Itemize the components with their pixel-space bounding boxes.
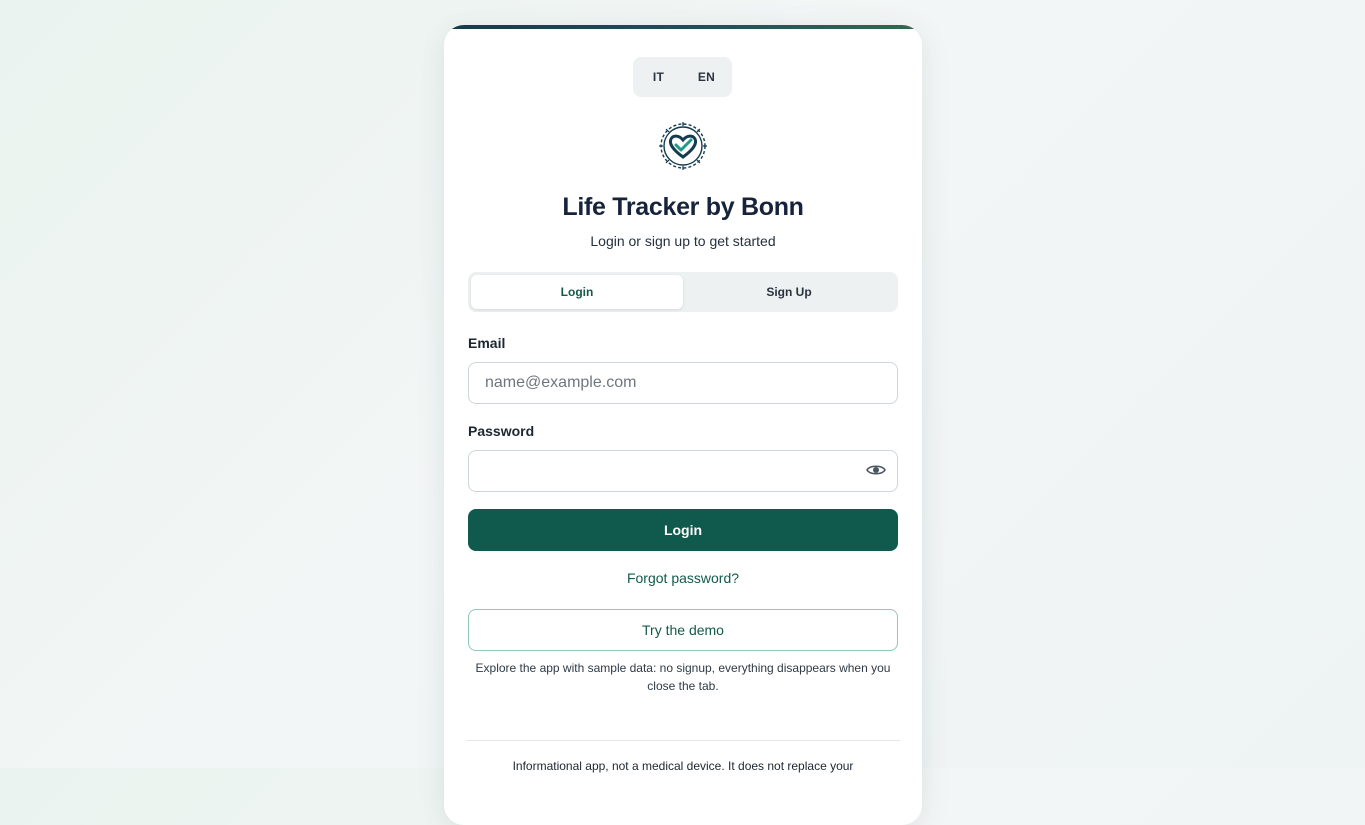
card-accent-bar — [444, 25, 922, 29]
auth-tabs: Login Sign Up — [468, 272, 898, 312]
email-field[interactable] — [468, 362, 898, 404]
login-card: IT EN Life Tracker by Bonn Login or sign… — [444, 25, 922, 825]
login-button[interactable]: Login — [468, 509, 898, 551]
forgot-password-link[interactable]: Forgot password? — [444, 570, 922, 586]
email-label: Email — [468, 335, 506, 351]
language-option-en[interactable]: EN — [683, 57, 731, 97]
tab-sign-up[interactable]: Sign Up — [683, 275, 895, 309]
password-label: Password — [468, 423, 535, 439]
medical-disclaimer: Informational app, not a medical device.… — [512, 759, 854, 773]
language-option-it[interactable]: IT — [635, 57, 683, 97]
demo-note: Explore the app with sample data: no sig… — [475, 661, 891, 693]
divider — [466, 740, 900, 741]
eye-icon[interactable] — [866, 463, 886, 477]
app-subtitle: Login or sign up to get started — [590, 233, 776, 249]
tab-login[interactable]: Login — [471, 275, 683, 309]
app-title: Life Tracker by Bonn — [562, 193, 804, 221]
heart-check-gear-icon — [659, 122, 707, 170]
language-switch: IT EN — [633, 57, 732, 97]
try-demo-button[interactable]: Try the demo — [468, 609, 898, 651]
password-field[interactable] — [468, 450, 898, 492]
